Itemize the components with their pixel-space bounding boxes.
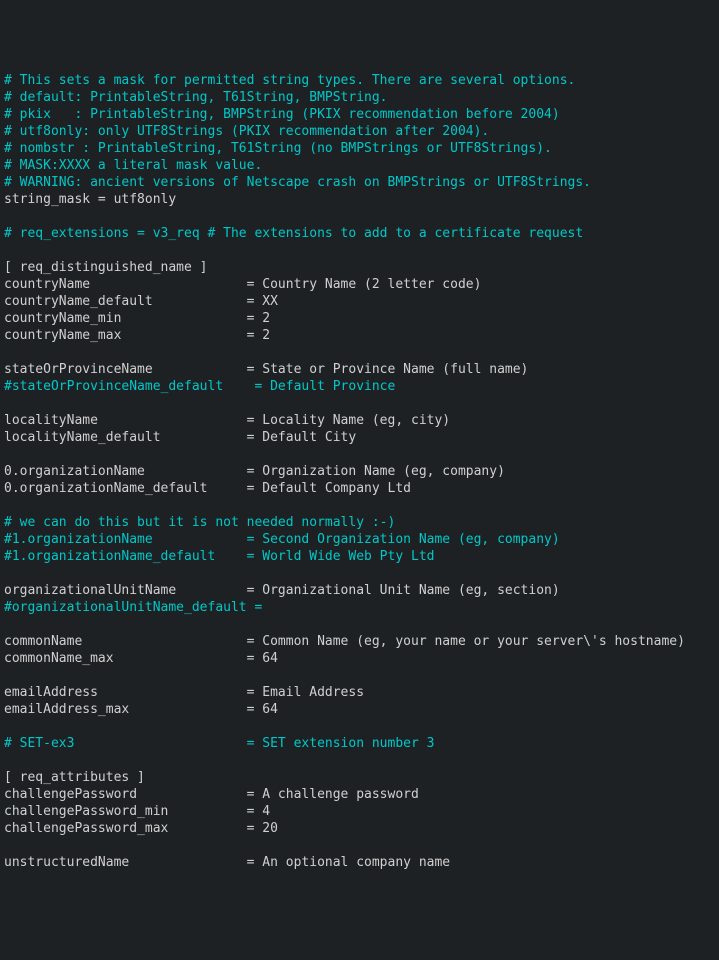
config-line: challengePassword = A challenge password xyxy=(4,787,419,802)
config-line: # req_extensions = v3_req # The extensio… xyxy=(4,226,583,241)
config-line: # we can do this but it is not needed no… xyxy=(4,515,395,530)
config-line: # pkix : PrintableString, BMPString (PKI… xyxy=(4,107,560,122)
config-line: # This sets a mask for permitted string … xyxy=(4,73,575,88)
config-file-view: # This sets a mask for permitted string … xyxy=(4,72,715,871)
config-line: # default: PrintableString, T61String, B… xyxy=(4,90,388,105)
config-line: # utf8only: only UTF8Strings (PKIX recom… xyxy=(4,124,489,139)
config-line: string_mask = utf8only xyxy=(4,192,176,207)
config-line: challengePassword_min = 4 xyxy=(4,804,270,819)
config-line: # MASK:XXXX a literal mask value. xyxy=(4,158,262,173)
config-line: 0.organizationName = Organization Name (… xyxy=(4,464,505,479)
config-line: commonName_max = 64 xyxy=(4,651,278,666)
config-line: # SET-ex3 = SET extension number 3 xyxy=(4,736,434,751)
config-line: countryName = Country Name (2 letter cod… xyxy=(4,277,481,292)
config-line: #1.organizationName = Second Organizatio… xyxy=(4,532,560,547)
config-line: 0.organizationName_default = Default Com… xyxy=(4,481,411,496)
config-line: # WARNING: ancient versions of Netscape … xyxy=(4,175,591,190)
config-line: countryName_default = XX xyxy=(4,294,278,309)
config-line: countryName_min = 2 xyxy=(4,311,270,326)
config-line: emailAddress_max = 64 xyxy=(4,702,278,717)
config-line: # nombstr : PrintableString, T61String (… xyxy=(4,141,552,156)
config-line: localityName_default = Default City xyxy=(4,430,356,445)
config-line: #stateOrProvinceName_default = Default P… xyxy=(4,379,395,394)
config-line: #1.organizationName_default = World Wide… xyxy=(4,549,434,564)
config-line: unstructuredName = An optional company n… xyxy=(4,855,450,870)
config-line: localityName = Locality Name (eg, city) xyxy=(4,413,450,428)
config-line: countryName_max = 2 xyxy=(4,328,270,343)
config-line: stateOrProvinceName = State or Province … xyxy=(4,362,528,377)
config-line: challengePassword_max = 20 xyxy=(4,821,278,836)
config-line: commonName = Common Name (eg, your name … xyxy=(4,634,685,649)
config-line: [ req_attributes ] xyxy=(4,770,145,785)
config-line: organizationalUnitName = Organizational … xyxy=(4,583,560,598)
config-line: [ req_distinguished_name ] xyxy=(4,260,208,275)
config-line: emailAddress = Email Address xyxy=(4,685,364,700)
config-line: #organizationalUnitName_default = xyxy=(4,600,262,615)
